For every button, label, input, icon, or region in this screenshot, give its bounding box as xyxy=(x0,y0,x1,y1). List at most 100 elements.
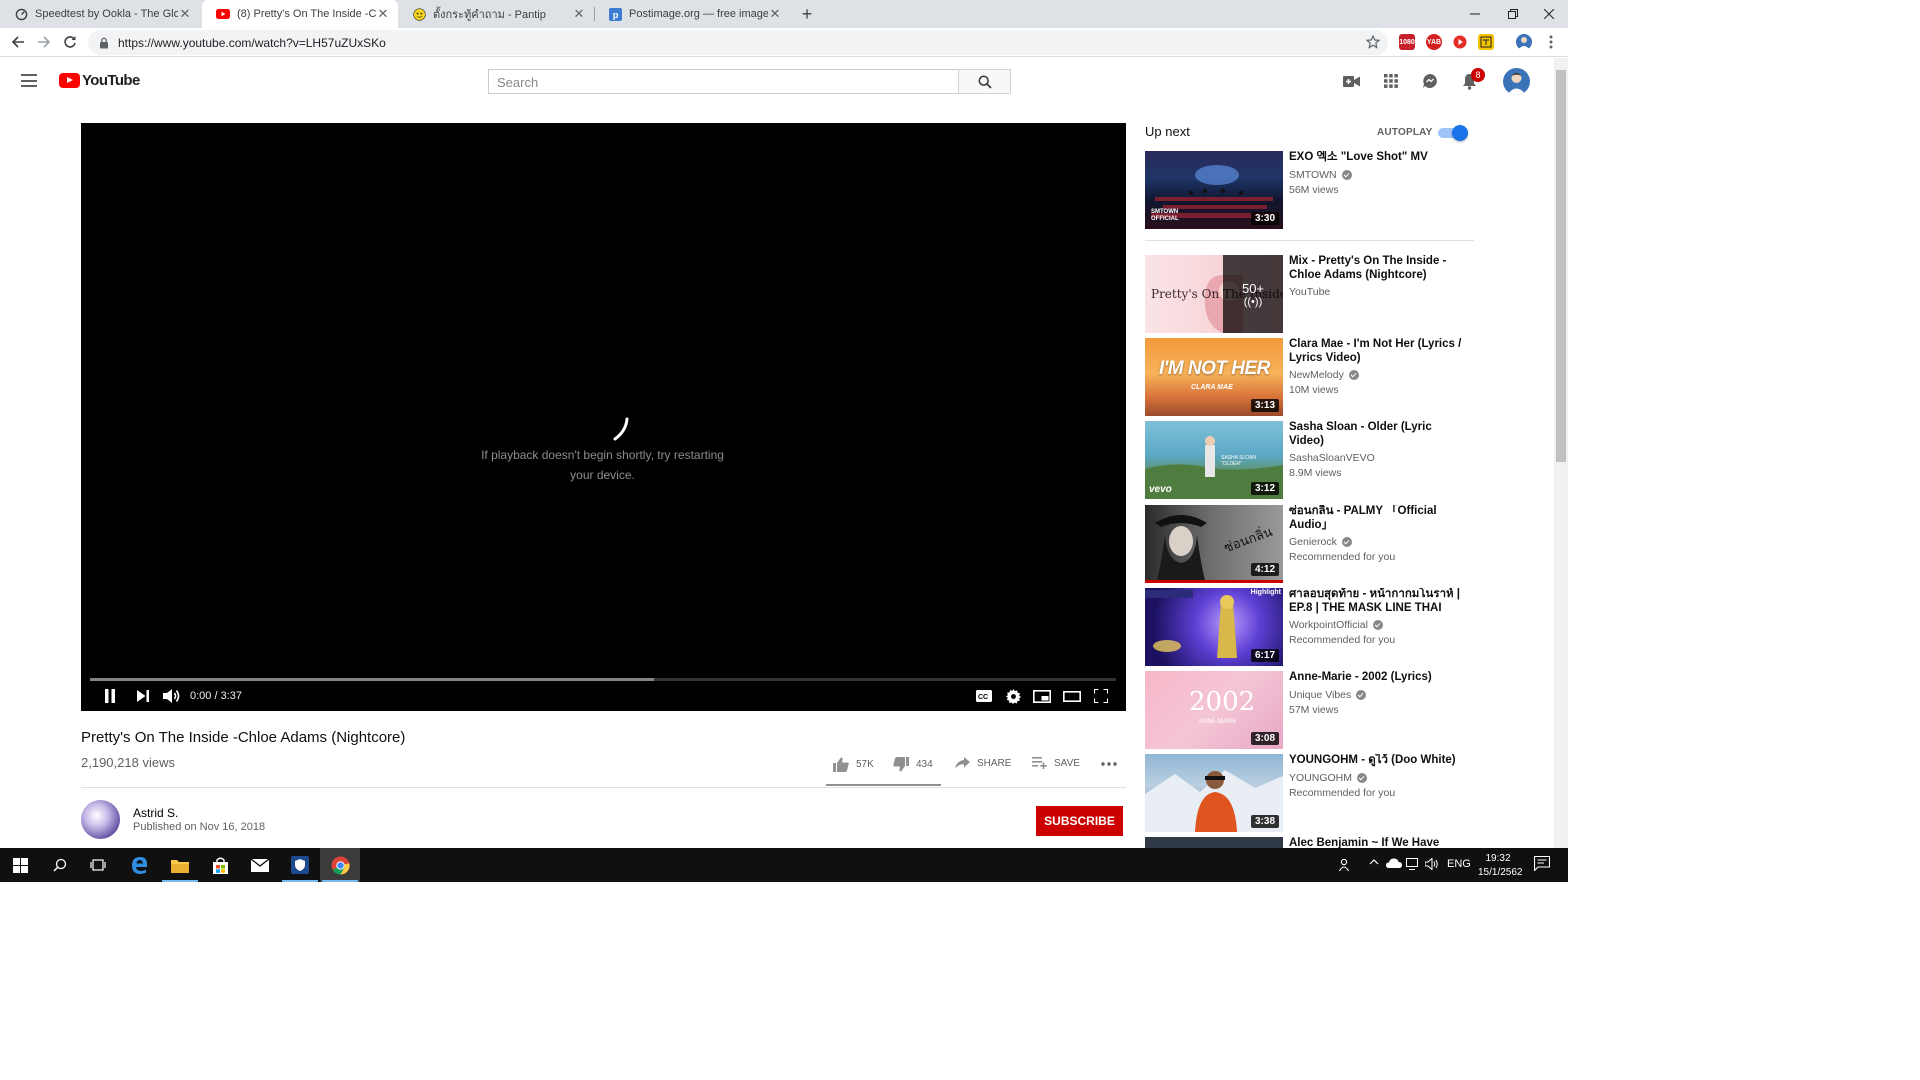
taskbar-chrome[interactable] xyxy=(320,848,360,882)
video-thumbnail[interactable] xyxy=(1145,837,1283,848)
video-thumbnail[interactable]: 3:38 xyxy=(1145,754,1283,832)
new-tab-button[interactable]: + xyxy=(797,4,817,24)
video-title[interactable]: Anne-Marie - 2002 (Lyrics) xyxy=(1289,671,1469,685)
channel-name[interactable]: YouTube xyxy=(1289,286,1330,298)
address-bar[interactable]: https://www.youtube.com/watch?v=LH57uZUx… xyxy=(88,30,1388,55)
channel-name[interactable]: Genierock xyxy=(1289,536,1337,548)
video-title[interactable]: EXO 엑소 "Love Shot" MV xyxy=(1289,151,1469,165)
video-title[interactable]: Mix - Pretty's On The Inside -Chloe Adam… xyxy=(1289,255,1469,282)
up-next-video[interactable]: SASHA SLOAN "OLDER" vevo 3:12 Sasha Sloa… xyxy=(1145,421,1475,499)
forward-button[interactable] xyxy=(34,32,54,52)
channel-avatar[interactable] xyxy=(81,800,120,839)
volume-icon[interactable] xyxy=(1425,858,1440,870)
people-icon[interactable] xyxy=(1339,858,1353,872)
search-button[interactable] xyxy=(958,69,1011,94)
network-icon[interactable] xyxy=(1406,858,1420,870)
share-button[interactable]: SHARE xyxy=(955,757,1011,769)
messages-button[interactable] xyxy=(1421,72,1439,90)
back-button[interactable] xyxy=(8,32,28,52)
close-tab-icon[interactable]: ✕ xyxy=(572,7,586,21)
up-next-video[interactable]: SMTOWN OFFICIAL 3:30 EXO 엑소 "Love Shot" … xyxy=(1145,151,1475,229)
guide-menu-icon[interactable] xyxy=(21,74,37,87)
taskbar-search-button[interactable] xyxy=(40,848,80,882)
browser-tab-postimage[interactable]: p Postimage.org — free image hos ✕ xyxy=(594,0,790,28)
create-video-button[interactable] xyxy=(1342,72,1360,90)
bookmark-star-button[interactable] xyxy=(1363,32,1383,52)
video-title[interactable]: ศาลอบสุดท้าย - หน้ากากมโนราห์ | EP.8 | T… xyxy=(1289,588,1469,615)
fullscreen-button[interactable] xyxy=(1090,686,1112,706)
progress-bar[interactable] xyxy=(90,678,1116,681)
taskbar-security-app[interactable] xyxy=(280,848,320,882)
close-tab-icon[interactable]: ✕ xyxy=(178,7,192,21)
taskbar-file-explorer[interactable] xyxy=(160,848,200,882)
up-next-video[interactable]: 2002 ANNE-MARIE 3:08 Anne-Marie - 2002 (… xyxy=(1145,671,1475,749)
miniplayer-button[interactable] xyxy=(1031,686,1053,706)
account-avatar[interactable] xyxy=(1503,68,1530,95)
up-next-video[interactable]: Alec Benjamin ~ If We Have xyxy=(1145,837,1475,848)
video-thumbnail[interactable]: I'M NOT HER CLARA MAE 3:13 xyxy=(1145,338,1283,416)
up-next-mix[interactable]: Pretty's On The Inside 50+ ((•)) Mix - P… xyxy=(1145,255,1475,333)
video-title[interactable]: ซ่อนกลิ่น - PALMY 「Official Audio」 xyxy=(1289,505,1469,532)
taskbar-store[interactable] xyxy=(200,848,240,882)
extension-translate-icon[interactable] xyxy=(1478,34,1494,50)
input-language[interactable]: ENG xyxy=(1447,858,1471,870)
channel-name[interactable]: SMTOWN xyxy=(1289,169,1337,181)
browser-tab-pantip[interactable]: ตั้งกระทู้คำถาม - Pantip ✕ xyxy=(398,0,594,28)
autoplay-toggle[interactable] xyxy=(1438,125,1468,141)
taskbar-mail[interactable] xyxy=(240,848,280,882)
more-actions-button[interactable] xyxy=(1101,762,1117,766)
extension-1080-icon[interactable]: 1080 xyxy=(1399,34,1415,50)
search-input[interactable]: Search xyxy=(488,69,959,94)
page-scrollbar[interactable] xyxy=(1554,58,1568,848)
next-button[interactable] xyxy=(132,686,154,706)
channel-name[interactable]: Astrid S. xyxy=(133,806,178,820)
chevron-up-icon[interactable] xyxy=(1369,857,1379,867)
settings-button[interactable] xyxy=(1002,686,1024,706)
subscribe-button[interactable]: SUBSCRIBE xyxy=(1036,806,1123,836)
video-thumbnail[interactable]: SASHA SLOAN "OLDER" vevo 3:12 xyxy=(1145,421,1283,499)
youtube-logo[interactable]: YouTube xyxy=(59,72,140,89)
onedrive-cloud-icon[interactable] xyxy=(1386,858,1402,868)
dislike-button[interactable]: 434 xyxy=(893,757,933,772)
close-window-button[interactable] xyxy=(1530,0,1568,28)
up-next-video[interactable]: 3:38 YOUNGOHM - ดูไว้ (Doo White) YOUNGO… xyxy=(1145,754,1475,832)
close-tab-icon[interactable]: ✕ xyxy=(376,7,390,21)
mute-button[interactable] xyxy=(161,686,183,706)
video-thumbnail[interactable]: Pretty's On The Inside 50+ ((•)) xyxy=(1145,255,1283,333)
profile-avatar-icon[interactable] xyxy=(1516,34,1532,50)
browser-tab-speedtest[interactable]: Speedtest by Ookla - The Global ✕ xyxy=(0,0,200,28)
taskbar-edge[interactable] xyxy=(120,848,160,882)
start-button[interactable] xyxy=(0,848,40,882)
chrome-menu-button[interactable] xyxy=(1541,32,1561,52)
up-next-video[interactable]: ซ่อนกลิ่น 4:12 ซ่อนกลิ่น - PALMY 「Offici… xyxy=(1145,505,1475,583)
close-tab-icon[interactable]: ✕ xyxy=(768,7,782,21)
video-title[interactable]: Clara Mae - I'm Not Her (Lyrics / Lyrics… xyxy=(1289,338,1469,365)
extension-yab-icon[interactable]: YAB xyxy=(1426,34,1442,50)
reload-button[interactable] xyxy=(60,32,80,52)
pause-button[interactable] xyxy=(99,686,121,706)
video-thumbnail[interactable]: ซ่อนกลิ่น 4:12 xyxy=(1145,505,1283,583)
video-thumbnail[interactable]: 2002 ANNE-MARIE 3:08 xyxy=(1145,671,1283,749)
video-player[interactable] xyxy=(81,123,1126,711)
video-thumbnail[interactable]: SMTOWN OFFICIAL 3:30 xyxy=(1145,151,1283,229)
action-center-icon[interactable] xyxy=(1534,856,1550,871)
theater-mode-button[interactable] xyxy=(1061,686,1083,706)
extension-youtube-icon[interactable] xyxy=(1452,34,1468,50)
channel-name[interactable]: SashaSloanVEVO xyxy=(1289,452,1375,464)
captions-button[interactable]: CC xyxy=(973,686,995,706)
apps-button[interactable] xyxy=(1382,72,1400,90)
task-view-button[interactable] xyxy=(78,848,118,882)
up-next-video[interactable]: I'M NOT HER CLARA MAE 3:13 Clara Mae - I… xyxy=(1145,338,1475,416)
scrollbar-thumb[interactable] xyxy=(1556,70,1566,462)
up-next-video[interactable]: Highlight 6:17 ศาลอบสุดท้าย - หน้ากากมโน… xyxy=(1145,588,1475,666)
system-clock[interactable]: 19:32 15/1/2562 xyxy=(1478,852,1523,880)
video-title[interactable]: Sasha Sloan - Older (Lyric Video) xyxy=(1289,421,1469,448)
channel-name[interactable]: NewMelody xyxy=(1289,369,1344,381)
save-button[interactable]: SAVE xyxy=(1032,757,1080,769)
video-title[interactable]: YOUNGOHM - ดูไว้ (Doo White) xyxy=(1289,754,1469,768)
video-title[interactable]: Alec Benjamin ~ If We Have xyxy=(1289,837,1469,848)
channel-name[interactable]: WorkpointOfficial xyxy=(1289,619,1368,631)
channel-name[interactable]: Unique Vibes xyxy=(1289,689,1351,701)
video-thumbnail[interactable]: Highlight 6:17 xyxy=(1145,588,1283,666)
browser-tab-youtube[interactable]: (8) Pretty's On The Inside -Chloe ✕ xyxy=(202,0,398,28)
